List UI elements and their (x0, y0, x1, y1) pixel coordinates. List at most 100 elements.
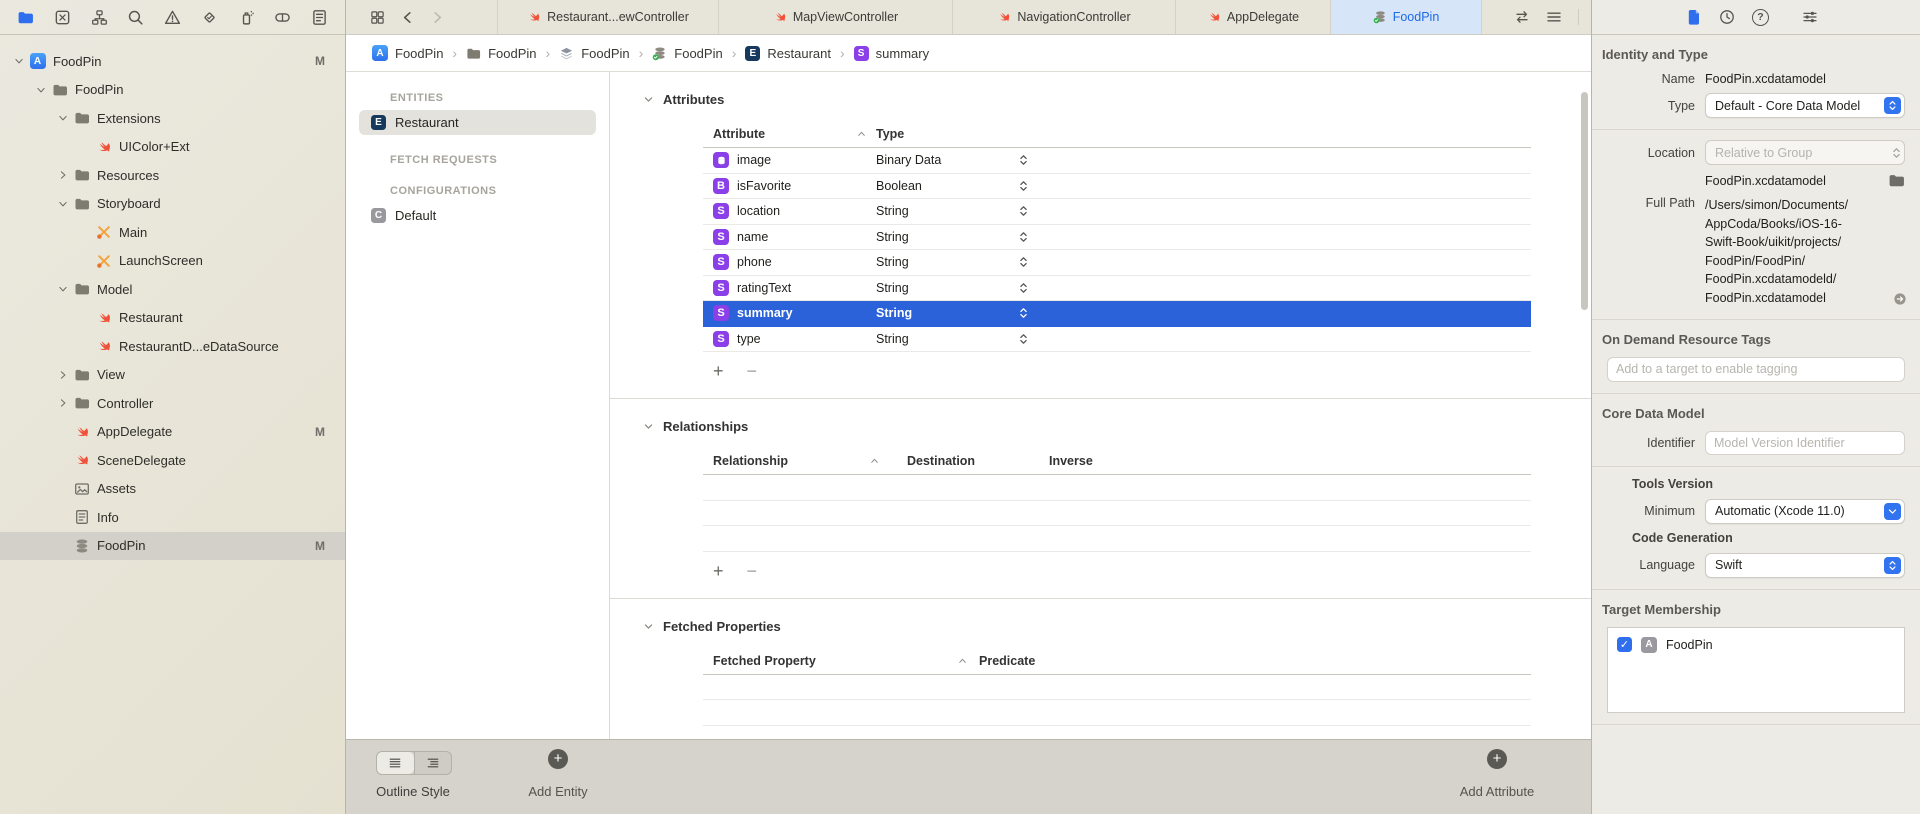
navigator-row-uicolor-ext[interactable]: UIColor+Ext (0, 133, 345, 162)
attribute-row-ratingText[interactable]: SratingText String (703, 276, 1531, 301)
report-navigator-icon[interactable] (311, 9, 328, 26)
forward-icon[interactable] (430, 10, 445, 25)
add-entity-button[interactable]: + (548, 749, 568, 769)
navigator-row-extensions[interactable]: Extensions (0, 104, 345, 133)
configurations-item-default[interactable]: C Default (359, 203, 596, 228)
add-relationship-row-button[interactable]: + (713, 562, 724, 580)
find-navigator-icon[interactable] (127, 9, 144, 26)
section-disclosure-icon[interactable] (643, 94, 654, 105)
attribute-type-dropdown[interactable]: String (876, 230, 909, 244)
navigator-row-launchscreen[interactable]: LaunchScreen (0, 247, 345, 276)
outline-style-list-icon[interactable] (377, 752, 414, 774)
target-membership-checkbox[interactable]: ✓ (1617, 637, 1632, 653)
attribute-type-dropdown[interactable]: Binary Data (876, 153, 941, 167)
attribute-type-dropdown[interactable]: Boolean (876, 179, 922, 193)
column-fetched-property[interactable]: Fetched Property (713, 654, 816, 668)
navigator-row-controller[interactable]: Controller (0, 389, 345, 418)
type-stepper-icon[interactable] (1019, 255, 1028, 269)
identifier-input[interactable] (1705, 430, 1905, 455)
symbol-navigator-icon[interactable] (91, 9, 108, 26)
tab-appdelegate[interactable]: AppDelegate (1176, 0, 1331, 34)
disclosure-open-icon[interactable] (54, 113, 71, 123)
add-attribute-button[interactable]: + (1487, 749, 1507, 769)
breadcrumb-item-foodpin[interactable]: A FoodPin (372, 45, 443, 61)
source-control-navigator-icon[interactable] (54, 9, 71, 26)
navigator-row-main[interactable]: Main (0, 218, 345, 247)
column-predicate[interactable]: Predicate (979, 654, 1035, 668)
navigator-row-assets[interactable]: Assets (0, 475, 345, 504)
navigator-row-view[interactable]: View (0, 361, 345, 390)
breadcrumb-item-foodpin[interactable]: FoodPin (466, 46, 537, 61)
add-attribute-row-button[interactable]: + (713, 362, 724, 380)
navigator-row-foodpin[interactable]: FoodPin M (0, 531, 345, 560)
attribute-type-dropdown[interactable]: String (876, 204, 909, 218)
disclosure-closed-icon[interactable] (54, 398, 71, 408)
language-dropdown[interactable]: Swift (1705, 552, 1905, 578)
issue-navigator-icon[interactable] (164, 9, 181, 26)
navigator-row-info[interactable]: Info (0, 503, 345, 532)
attribute-row-isFavorite[interactable]: BisFavorite Boolean (703, 174, 1531, 199)
breadcrumb-item-foodpin[interactable]: FoodPin (559, 46, 630, 61)
scrollbar[interactable] (1581, 92, 1588, 310)
navigator-row-model[interactable]: Model (0, 275, 345, 304)
test-navigator-icon[interactable] (201, 9, 218, 26)
attribute-row-image[interactable]: image Binary Data (703, 148, 1531, 174)
type-stepper-icon[interactable] (1019, 230, 1028, 244)
disclosure-open-icon[interactable] (10, 56, 27, 66)
tab-navigationcontroller[interactable]: NavigationController (953, 0, 1176, 34)
back-icon[interactable] (400, 10, 415, 25)
disclosure-open-icon[interactable] (54, 284, 71, 294)
column-relationship[interactable]: Relationship (713, 454, 788, 468)
column-inverse[interactable]: Inverse (1049, 454, 1093, 468)
section-disclosure-icon[interactable] (643, 621, 654, 632)
disclosure-open-icon[interactable] (32, 85, 49, 95)
type-stepper-icon[interactable] (1019, 281, 1028, 295)
column-type[interactable]: Type (876, 127, 904, 141)
debug-navigator-icon[interactable] (238, 9, 255, 26)
relationships-section-header[interactable]: Relationships (610, 399, 1591, 434)
navigator-row-scenedelegate[interactable]: SceneDelegate (0, 446, 345, 475)
attributes-section-header[interactable]: Attributes (610, 72, 1591, 107)
minimum-dropdown[interactable]: Automatic (Xcode 11.0) (1705, 498, 1905, 524)
entities-item-restaurant[interactable]: E Restaurant (359, 110, 596, 135)
resource-tags-input[interactable] (1607, 356, 1905, 382)
attribute-row-summary[interactable]: Ssummary String (703, 301, 1531, 327)
column-destination[interactable]: Destination (907, 454, 975, 468)
attribute-row-phone[interactable]: Sphone String (703, 250, 1531, 276)
type-stepper-icon[interactable] (1019, 204, 1028, 218)
type-dropdown[interactable]: Default - Core Data Model (1705, 93, 1905, 118)
disclosure-closed-icon[interactable] (54, 170, 71, 180)
outline-style-hierarchy-icon[interactable] (415, 752, 452, 774)
reveal-in-finder-arrow-icon[interactable] (1893, 292, 1907, 306)
attribute-row-location[interactable]: Slocation String (703, 199, 1531, 225)
type-stepper-icon[interactable] (1019, 332, 1028, 346)
tab-mapviewcontroller[interactable]: MapViewController (719, 0, 953, 34)
column-attribute[interactable]: Attribute (713, 127, 765, 141)
project-navigator-icon[interactable] (17, 9, 34, 26)
navigator-row-resources[interactable]: Resources (0, 161, 345, 190)
help-inspector-icon[interactable]: ? (1752, 8, 1769, 26)
navigator-row-restaurantd-edatasource[interactable]: RestaurantD...eDataSource (0, 332, 345, 361)
section-disclosure-icon[interactable] (643, 421, 654, 432)
attributes-inspector-icon[interactable] (1802, 9, 1818, 25)
attribute-type-dropdown[interactable]: String (876, 255, 909, 269)
navigator-row-storyboard[interactable]: Storyboard (0, 190, 345, 219)
choose-location-folder-icon[interactable] (1888, 172, 1905, 189)
type-stepper-icon[interactable] (1019, 153, 1028, 167)
navigator-row-foodpin[interactable]: FoodPin (0, 76, 345, 105)
attribute-type-dropdown[interactable]: String (876, 281, 909, 295)
breadcrumb-item-restaurant[interactable]: E Restaurant (745, 45, 831, 61)
breakpoint-navigator-icon[interactable] (274, 9, 291, 26)
attribute-row-name[interactable]: Sname String (703, 225, 1531, 250)
related-items-icon[interactable] (1546, 9, 1562, 25)
type-stepper-icon[interactable] (1019, 306, 1028, 320)
remove-relationship-row-button[interactable]: − (747, 562, 758, 580)
disclosure-open-icon[interactable] (54, 199, 71, 209)
breadcrumb-item-foodpin[interactable]: FoodPin (652, 46, 723, 61)
attribute-type-dropdown[interactable]: String (876, 332, 909, 346)
navigator-row-restaurant[interactable]: Restaurant (0, 304, 345, 333)
tab-foodpin[interactable]: FoodPin (1331, 0, 1482, 34)
breadcrumb-item-summary[interactable]: Ssummary (853, 45, 929, 61)
file-inspector-icon[interactable] (1686, 9, 1702, 25)
disclosure-closed-icon[interactable] (54, 370, 71, 380)
